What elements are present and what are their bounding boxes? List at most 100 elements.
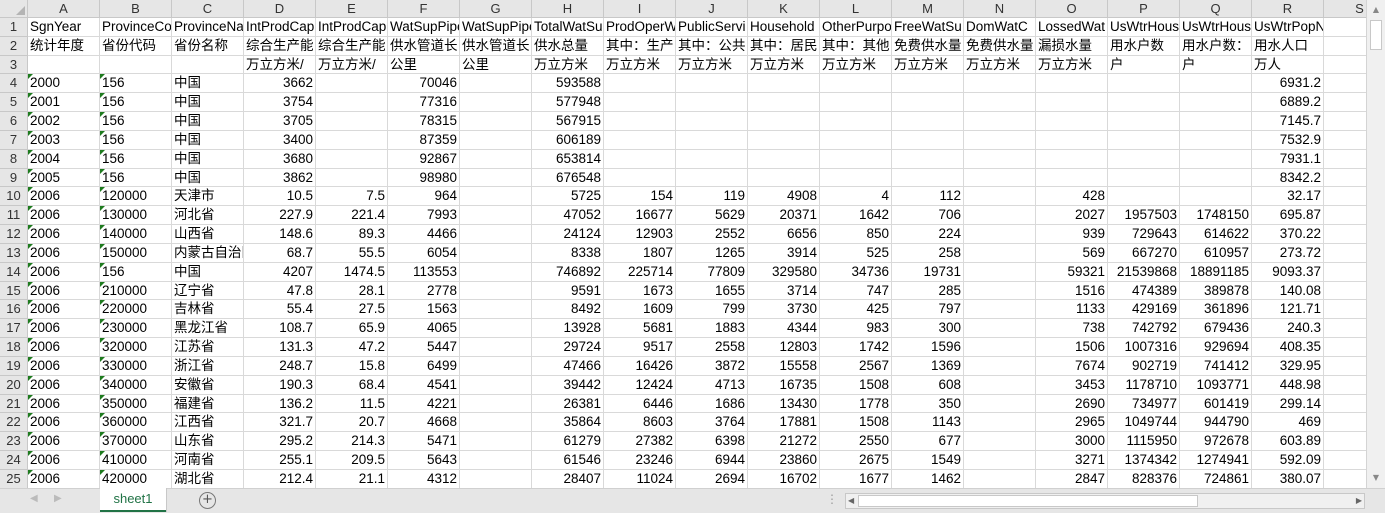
header-cell[interactable]: 万立方米 (1036, 55, 1108, 75)
header-cell[interactable] (1324, 37, 1366, 56)
header-cell[interactable]: 综合生产能 (316, 36, 388, 56)
data-cell[interactable] (1180, 93, 1252, 113)
column-header-G[interactable]: G (460, 0, 532, 18)
column-header-Q[interactable]: Q (1180, 0, 1252, 18)
data-cell[interactable] (964, 243, 1036, 263)
data-cell[interactable]: 738 (1036, 319, 1108, 339)
data-cell[interactable]: 902719 (1108, 356, 1180, 376)
header-cell[interactable]: 万立方米 (676, 55, 748, 75)
data-cell[interactable]: 1549 (892, 451, 964, 470)
data-cell[interactable] (1108, 187, 1180, 207)
data-cell[interactable]: 4 (820, 187, 892, 207)
data-cell[interactable]: 6656 (748, 225, 820, 244)
data-cell[interactable]: 2006 (28, 413, 100, 433)
data-cell[interactable]: 1609 (604, 300, 676, 320)
data-cell[interactable]: 7993 (388, 206, 460, 226)
data-cell[interactable]: 593588 (532, 74, 604, 94)
data-cell[interactable] (460, 300, 532, 320)
data-cell[interactable]: 2847 (1036, 469, 1108, 488)
data-cell[interactable]: 1049744 (1108, 413, 1180, 433)
data-cell[interactable]: 中国 (172, 112, 244, 131)
data-cell[interactable]: 330000 (100, 356, 172, 376)
data-cell[interactable] (460, 451, 532, 470)
data-cell[interactable] (964, 300, 1036, 320)
data-cell[interactable] (460, 243, 532, 263)
row-header-21[interactable]: 21 (0, 394, 28, 414)
data-cell[interactable]: 2778 (388, 281, 460, 301)
data-cell[interactable] (460, 130, 532, 150)
data-cell[interactable]: 340000 (100, 375, 172, 395)
data-cell[interactable]: 929694 (1180, 338, 1252, 357)
data-cell[interactable]: 12903 (604, 225, 676, 244)
data-cell[interactable] (604, 149, 676, 169)
data-cell[interactable]: 55.5 (316, 243, 388, 263)
data-cell[interactable]: 6931.2 (1252, 74, 1324, 94)
data-cell[interactable]: 3862 (244, 168, 316, 188)
data-cell[interactable]: 136.2 (244, 394, 316, 414)
data-cell[interactable]: 706 (892, 206, 964, 226)
data-cell[interactable]: 2006 (28, 338, 100, 357)
data-cell[interactable]: 525 (820, 243, 892, 263)
data-cell[interactable]: 361896 (1180, 300, 1252, 320)
data-cell[interactable] (1324, 244, 1366, 263)
data-cell[interactable] (820, 93, 892, 113)
data-cell[interactable]: 87359 (388, 130, 460, 150)
data-cell[interactable]: 380.07 (1252, 469, 1324, 488)
data-cell[interactable]: 28.1 (316, 281, 388, 301)
data-cell[interactable]: 70046 (388, 74, 460, 94)
data-cell[interactable] (1324, 470, 1366, 488)
data-cell[interactable]: 6944 (676, 451, 748, 470)
data-cell[interactable] (676, 130, 748, 150)
row-header-3[interactable]: 3 (0, 55, 28, 75)
data-cell[interactable] (820, 149, 892, 169)
data-cell[interactable]: 12424 (604, 375, 676, 395)
row-header-16[interactable]: 16 (0, 300, 28, 320)
data-cell[interactable]: 3764 (676, 413, 748, 433)
data-cell[interactable] (964, 130, 1036, 150)
data-cell[interactable]: 3754 (244, 93, 316, 113)
data-cell[interactable] (1108, 149, 1180, 169)
row-header-13[interactable]: 13 (0, 243, 28, 263)
data-cell[interactable]: 156 (100, 74, 172, 94)
data-cell[interactable]: 408.35 (1252, 338, 1324, 357)
row-header-22[interactable]: 22 (0, 413, 28, 433)
data-cell[interactable]: 18891185 (1180, 262, 1252, 282)
data-cell[interactable]: 6499 (388, 356, 460, 376)
header-cell[interactable]: UsWtrHous (1180, 18, 1252, 37)
row-header-19[interactable]: 19 (0, 356, 28, 376)
header-cell[interactable]: 万立方米 (820, 55, 892, 75)
data-cell[interactable] (460, 74, 532, 94)
data-cell[interactable] (1324, 74, 1366, 94)
data-cell[interactable]: 1508 (820, 375, 892, 395)
data-cell[interactable] (1324, 93, 1366, 113)
header-cell[interactable]: 公里 (460, 55, 532, 75)
data-cell[interactable]: 河南省 (172, 451, 244, 470)
data-cell[interactable]: 2550 (820, 432, 892, 452)
data-cell[interactable]: 27382 (604, 432, 676, 452)
data-cell[interactable]: 2006 (28, 356, 100, 376)
data-cell[interactable]: 1563 (388, 300, 460, 320)
header-cell[interactable]: UsWtrPopNum (1252, 18, 1324, 37)
data-cell[interactable]: 福建省 (172, 394, 244, 414)
data-cell[interactable] (1180, 74, 1252, 94)
data-cell[interactable]: 77809 (676, 262, 748, 282)
data-cell[interactable]: 130000 (100, 206, 172, 226)
data-cell[interactable] (604, 130, 676, 150)
data-cell[interactable]: 1508 (820, 413, 892, 433)
data-cell[interactable] (1324, 432, 1366, 452)
data-cell[interactable] (316, 93, 388, 113)
data-cell[interactable]: 65.9 (316, 319, 388, 339)
data-cell[interactable]: 592.09 (1252, 451, 1324, 470)
row-header-15[interactable]: 15 (0, 281, 28, 301)
header-cell[interactable]: 万立方米 (748, 55, 820, 75)
data-cell[interactable] (460, 413, 532, 433)
header-cell[interactable]: 用水户数： (1180, 36, 1252, 56)
data-cell[interactable] (460, 338, 532, 357)
data-cell[interactable]: 47466 (532, 356, 604, 376)
header-cell[interactable]: 其中：公共 (676, 36, 748, 56)
row-header-23[interactable]: 23 (0, 432, 28, 452)
data-cell[interactable] (964, 168, 1036, 188)
data-cell[interactable]: 1677 (820, 469, 892, 488)
data-cell[interactable] (316, 149, 388, 169)
data-cell[interactable]: 2006 (28, 394, 100, 414)
